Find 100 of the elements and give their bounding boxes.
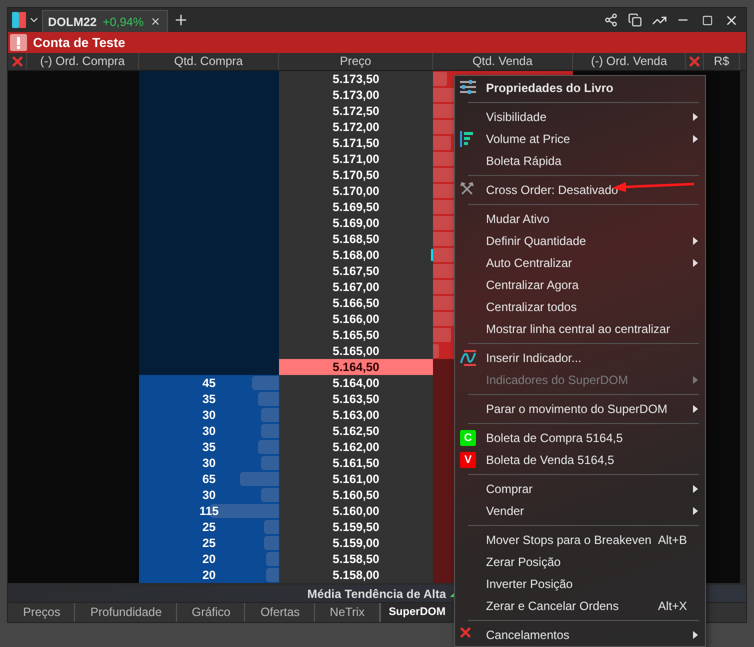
bid-quantity: 25 — [202, 536, 216, 550]
menu-item[interactable]: Centralizar Agora — [455, 274, 705, 296]
menu-item[interactable]: Volume at Price — [455, 128, 705, 150]
price-cell[interactable]: 5.173,50 — [279, 71, 433, 87]
price-cell[interactable]: 5.158,00 — [279, 567, 433, 583]
close-icon — [460, 627, 471, 638]
price-cell[interactable]: 5.159,00 — [279, 535, 433, 551]
menu-item[interactable]: Definir Quantidade — [455, 230, 705, 252]
bid-quantity: 115 — [199, 504, 219, 518]
price-cell[interactable]: 5.160,50 — [279, 487, 433, 503]
menu-item[interactable]: Auto Centralizar — [455, 252, 705, 274]
price-cell[interactable]: 5.162,50 — [279, 423, 433, 439]
column-header[interactable]: (-) Ord. Venda — [573, 53, 686, 70]
horizontal-bars-icon — [460, 131, 473, 147]
column-header[interactable]: R$ — [704, 53, 740, 70]
bid-quantity: 35 — [202, 392, 216, 406]
price-cell[interactable]: 5.171,00 — [279, 151, 433, 167]
view-tab[interactable]: SuperDOM — [380, 603, 455, 622]
shortcut-label: Alt+X — [658, 599, 687, 613]
menu-item[interactable]: Comprar — [455, 478, 705, 500]
price-cell[interactable]: 5.165,50 — [279, 327, 433, 343]
bid-quantity: 30 — [202, 424, 216, 438]
alert-icon — [10, 34, 27, 51]
stacked-windows-icon — [628, 13, 642, 27]
menu-item[interactable]: Boleta Rápida — [455, 150, 705, 172]
menu-item[interactable]: Mudar Ativo — [455, 208, 705, 230]
bid-quantity: 20 — [202, 552, 216, 566]
price-cell[interactable]: 5.167,50 — [279, 263, 433, 279]
menu-header[interactable]: Propriedades do Livro — [455, 77, 705, 99]
bid-quantity: 30 — [202, 408, 216, 422]
menu-item[interactable]: Visibilidade — [455, 106, 705, 128]
close-icon — [150, 16, 162, 27]
price-cell[interactable]: 5.166,00 — [279, 311, 433, 327]
price-cell[interactable]: 5.164,00 — [279, 375, 433, 391]
bid-quantity: 30 — [202, 488, 216, 502]
menu-item[interactable]: Mover Stops para o Breakeven Alt+B — [455, 529, 705, 551]
plus-icon — [172, 12, 189, 28]
menu-item[interactable]: Zerar e Cancelar Ordens Alt+X — [455, 595, 705, 617]
price-cell[interactable]: 5.170,00 — [279, 183, 433, 199]
shortcut-label: Alt+B — [658, 533, 687, 547]
bid-quantity: 20 — [202, 568, 216, 582]
menu-item[interactable]: Inserir Indicador... — [455, 347, 705, 369]
price-cell[interactable]: 5.170,50 — [279, 167, 433, 183]
bid-quantity: 30 — [202, 456, 216, 470]
view-tab[interactable]: Profundidade — [75, 603, 177, 622]
price-cell[interactable]: 5.169,50 — [279, 199, 433, 215]
price-cell[interactable]: 5.163,00 — [279, 407, 433, 423]
symbol-label: DOLM22 — [48, 14, 97, 28]
menu-item[interactable]: Inverter Posição — [455, 573, 705, 595]
price-cell[interactable]: 5.167,00 — [279, 279, 433, 295]
price-cell[interactable]: 5.163,50 — [279, 391, 433, 407]
cancel-icon[interactable] — [12, 56, 22, 67]
menu-item[interactable]: C Boleta de Compra 5164,5 — [455, 427, 705, 449]
menu-item[interactable]: Zerar Posição — [455, 551, 705, 573]
price-cell[interactable]: 5.172,50 — [279, 103, 433, 119]
indicator-wave-icon — [460, 350, 476, 366]
view-tab[interactable]: Gráfico — [176, 603, 246, 622]
crossed-arrows-icon — [460, 182, 474, 196]
price-cell[interactable]: 5.162,00 — [279, 439, 433, 455]
menu-item[interactable]: Mostrar linha central ao centralizar — [455, 318, 705, 340]
bid-quantity: 45 — [202, 376, 216, 390]
bid-quantity: 65 — [202, 472, 216, 486]
sliders-icon — [460, 80, 476, 94]
menu-item[interactable]: Centralizar todos — [455, 296, 705, 318]
menu-item[interactable]: Cross Order: Desativado — [455, 179, 705, 201]
column-header[interactable]: Qtd. Compra — [139, 53, 279, 70]
price-cell[interactable]: 5.171,50 — [279, 135, 433, 151]
price-cell[interactable]: 5.161,50 — [279, 455, 433, 471]
price-cell[interactable]: 5.172,00 — [279, 119, 433, 135]
trend-label: Média Tendência de Alta — [307, 586, 446, 600]
menu-item[interactable]: Parar o movimento do SuperDOM — [455, 398, 705, 420]
menu-item[interactable]: V Boleta de Venda 5164,5 — [455, 449, 705, 471]
letter-badge: V — [460, 452, 476, 468]
column-header[interactable]: (-) Ord. Compra — [27, 53, 139, 70]
account-label: Conta de Teste — [33, 35, 126, 50]
price-cell[interactable]: 5.161,00 — [279, 471, 433, 487]
share-icon — [604, 13, 618, 27]
column-header[interactable]: Preço — [279, 53, 433, 70]
menu-item[interactable]: Cancelamentos — [455, 624, 705, 646]
price-cell[interactable]: 5.159,50 — [279, 519, 433, 535]
price-cell[interactable]: 5.173,00 — [279, 87, 433, 103]
bid-quantity: 25 — [202, 520, 216, 534]
price-cell[interactable]: 5.168,00 — [279, 247, 433, 263]
symbol-tab[interactable]: DOLM22 +0,94% — [42, 10, 168, 32]
price-cell[interactable]: 5.158,50 — [279, 551, 433, 567]
column-header[interactable]: Qtd. Venda — [433, 53, 573, 70]
price-change: +0,94% — [102, 14, 144, 28]
price-cell[interactable]: 5.168,50 — [279, 231, 433, 247]
price-cell[interactable]: 5.160,00 — [279, 503, 433, 519]
value-cell — [704, 567, 740, 583]
maximize-icon — [702, 14, 712, 26]
menu-item[interactable]: Vender — [455, 500, 705, 522]
bid-quantity: 35 — [202, 440, 216, 454]
price-cell[interactable]: 5.166,50 — [279, 295, 433, 311]
view-tab[interactable]: Ofertas — [245, 603, 315, 622]
view-tab[interactable]: Preços — [8, 603, 76, 622]
price-cell[interactable]: 5.169,00 — [279, 215, 433, 231]
cancel-icon[interactable] — [689, 56, 700, 67]
price-cell[interactable]: 5.165,00 — [279, 343, 433, 359]
last-price-cell[interactable]: 5.164,50 — [279, 359, 433, 375]
